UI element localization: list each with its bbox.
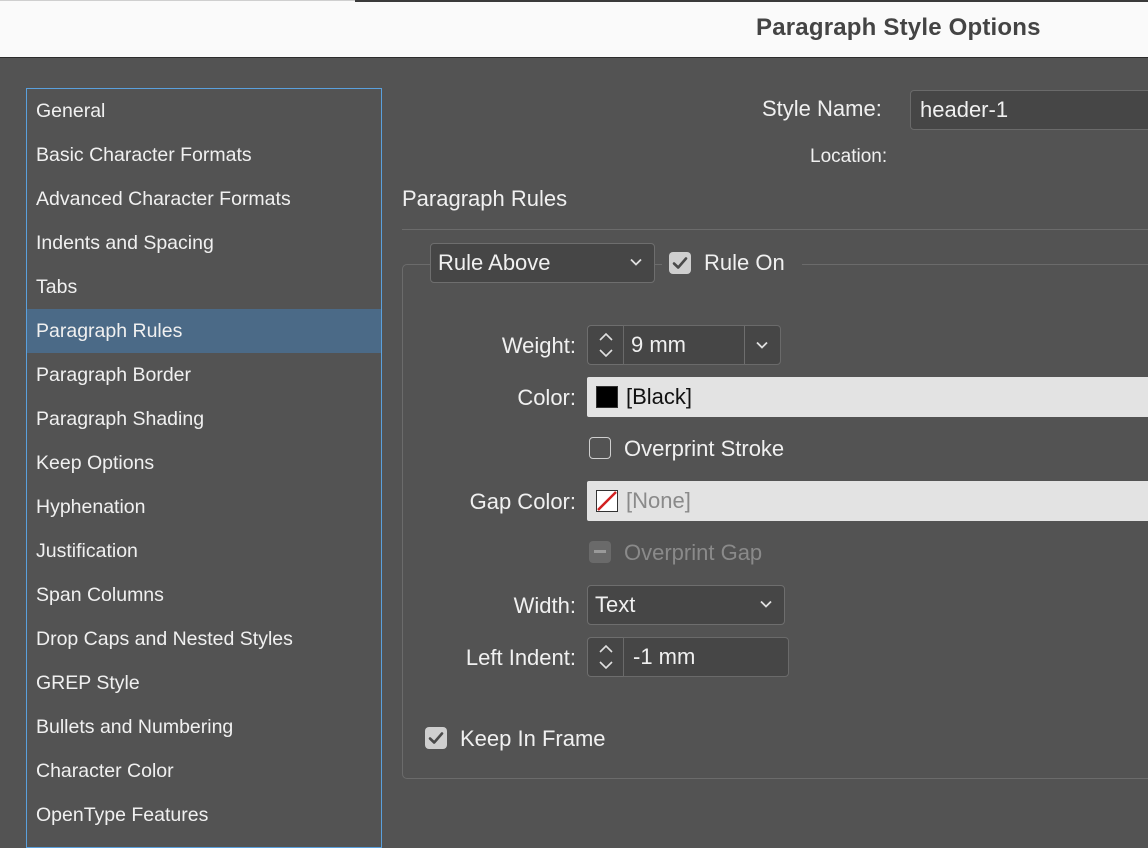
left-indent-label: Left Indent:	[465, 645, 576, 670]
stepper-arrows-icon	[599, 332, 613, 358]
keep-in-frame-label[interactable]: Keep In Frame	[460, 726, 606, 752]
chevron-down-icon[interactable]	[756, 341, 768, 349]
rule-type-value: Rule Above	[438, 250, 551, 275]
black-swatch-icon	[596, 386, 618, 408]
section-divider	[402, 229, 1148, 230]
style-name-input[interactable]: header-1	[910, 90, 1148, 130]
checkmark-icon	[428, 732, 444, 744]
rule-on-label[interactable]: Rule On	[704, 250, 785, 276]
sidebar-item-paragraph-rules[interactable]: Paragraph Rules	[27, 309, 381, 353]
keep-in-frame-checkbox[interactable]	[425, 727, 447, 749]
sidebar-item-grep-style[interactable]: GREP Style	[27, 661, 381, 705]
rule-type-dropdown[interactable]: Rule Above	[430, 243, 655, 283]
sidebar-item-advanced-character-formats[interactable]: Advanced Character Formats	[27, 177, 381, 221]
width-dropdown[interactable]: Text	[587, 585, 785, 625]
sidebar-item-opentype-features[interactable]: OpenType Features	[27, 793, 381, 837]
dialog-title: Paragraph Style Options	[756, 14, 1041, 41]
color-label: Color:	[517, 385, 576, 410]
section-title: Paragraph Rules	[402, 186, 568, 211]
weight-value: 9 mm	[631, 332, 686, 357]
width-label: Width:	[513, 593, 576, 618]
sidebar-item-drop-caps[interactable]: Drop Caps and Nested Styles	[27, 617, 381, 661]
rule-on-checkbox[interactable]	[669, 252, 691, 274]
left-indent-input[interactable]: -1 mm	[623, 637, 789, 677]
checkmark-icon	[672, 257, 688, 269]
chevron-down-icon	[630, 258, 642, 266]
color-swatch-dropdown[interactable]: [Black]	[587, 377, 1148, 417]
color-value: [Black]	[626, 384, 693, 409]
sidebar-item-paragraph-shading[interactable]: Paragraph Shading	[27, 397, 381, 441]
sidebar-item-justification[interactable]: Justification	[27, 529, 381, 573]
overprint-stroke-checkbox[interactable]	[589, 437, 611, 459]
gap-color-swatch-dropdown[interactable]: [None]	[587, 481, 1148, 521]
sidebar-item-tabs[interactable]: Tabs	[27, 265, 381, 309]
sidebar-item-span-columns[interactable]: Span Columns	[27, 573, 381, 617]
left-indent-stepper[interactable]	[587, 637, 624, 677]
overprint-stroke-label[interactable]: Overprint Stroke	[624, 436, 784, 462]
width-value: Text	[595, 592, 636, 617]
stepper-arrows-icon	[599, 644, 613, 670]
sidebar-item-indents-and-spacing[interactable]: Indents and Spacing	[27, 221, 381, 265]
sidebar-item-general[interactable]: General	[27, 89, 381, 133]
overprint-gap-label: Overprint Gap	[624, 540, 763, 565]
weight-divider	[744, 326, 745, 364]
sidebar-item-bullets-and-numbering[interactable]: Bullets and Numbering	[27, 705, 381, 749]
location-label: Location:	[810, 146, 888, 167]
sidebar-item-character-color[interactable]: Character Color	[27, 749, 381, 793]
overprint-gap-checkbox	[589, 541, 611, 563]
title-bar-shadow	[355, 0, 1148, 2]
style-name-label: Style Name:	[762, 96, 882, 121]
weight-label: Weight:	[501, 333, 576, 358]
gap-color-label: Gap Color:	[469, 489, 576, 514]
sidebar-item-basic-character-formats[interactable]: Basic Character Formats	[27, 133, 381, 177]
sidebar-item-paragraph-border[interactable]: Paragraph Border	[27, 353, 381, 397]
gap-color-value: [None]	[626, 488, 691, 513]
category-list[interactable]: General Basic Character Formats Advanced…	[26, 88, 382, 848]
none-swatch-icon	[596, 490, 618, 512]
left-indent-value: -1 mm	[633, 644, 696, 669]
title-bar: Paragraph Style Options	[0, 0, 1148, 58]
weight-stepper[interactable]	[587, 325, 624, 365]
sidebar-item-keep-options[interactable]: Keep Options	[27, 441, 381, 485]
chevron-down-icon	[760, 600, 772, 608]
sidebar-item-hyphenation[interactable]: Hyphenation	[27, 485, 381, 529]
indeterminate-icon	[594, 550, 606, 553]
